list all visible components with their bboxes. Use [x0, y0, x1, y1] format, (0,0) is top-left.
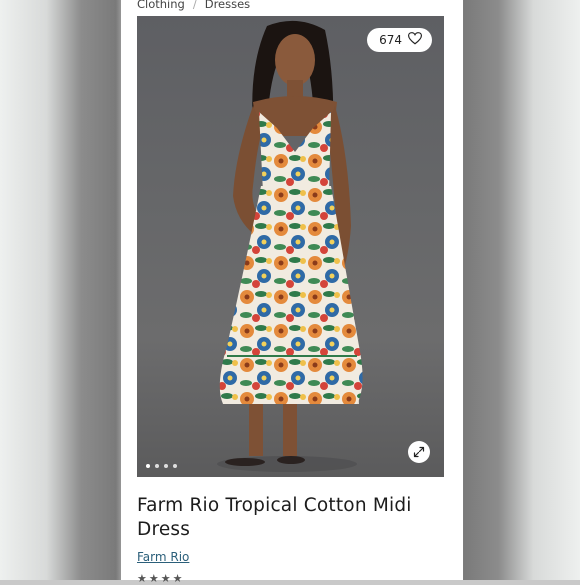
brand-link[interactable]: Farm Rio: [137, 550, 189, 564]
like-button[interactable]: 674: [367, 28, 432, 52]
carousel-dot[interactable]: [146, 464, 150, 468]
breadcrumb-item-dresses[interactable]: Dresses: [205, 0, 250, 11]
star-icon: ★: [160, 572, 171, 585]
breadcrumb-item-clothing[interactable]: Clothing: [137, 0, 185, 11]
carousel-dot[interactable]: [155, 464, 159, 468]
product-title: Farm Rio Tropical Cotton Midi Dress: [137, 495, 412, 540]
star-icon: ★: [137, 572, 147, 585]
star-icon: ★: [172, 572, 183, 585]
carousel-dot[interactable]: [164, 464, 168, 468]
model-illustration: [217, 20, 363, 472]
breadcrumb: Clothing / Dresses: [137, 0, 250, 12]
heart-icon: [407, 32, 423, 48]
product-page: Clothing / Dresses 674 Farm Rio Tropical…: [121, 0, 463, 585]
breadcrumb-separator: /: [192, 0, 197, 11]
carousel-dot[interactable]: [173, 464, 177, 468]
rating-stars[interactable]: ★ ★ ★ ★: [137, 572, 183, 585]
expand-image-button[interactable]: [408, 441, 430, 463]
product-image[interactable]: 674: [137, 16, 444, 477]
carousel-indicator: [146, 464, 177, 468]
star-icon: ★: [148, 572, 159, 585]
like-count: 674: [379, 33, 402, 47]
expand-icon: [413, 443, 425, 462]
